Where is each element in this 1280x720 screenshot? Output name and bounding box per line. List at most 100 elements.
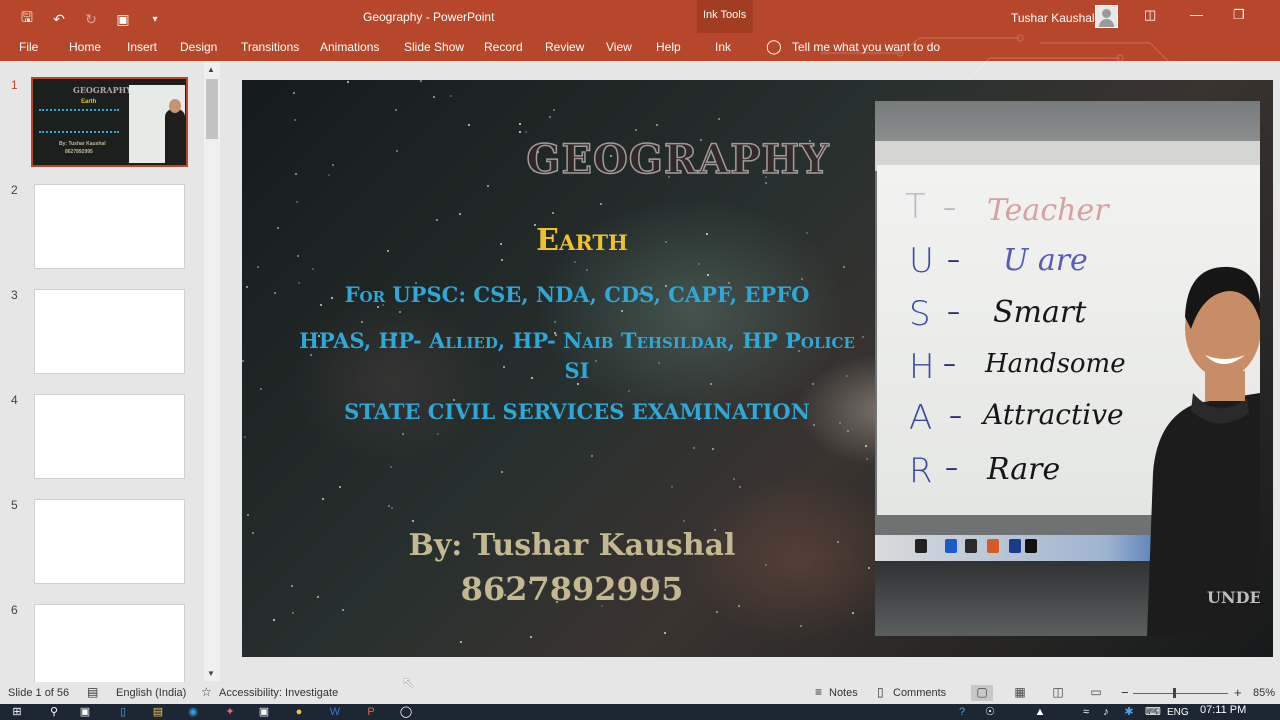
slide-thumbnail-6[interactable]: [34, 604, 185, 689]
zoom-slider-thumb[interactable]: [1173, 688, 1176, 698]
save-icon[interactable]: 🖫: [18, 7, 36, 31]
obs-icon[interactable]: ◯: [399, 706, 413, 718]
tab-help[interactable]: Help: [656, 40, 681, 54]
minimize-icon[interactable]: —: [1190, 7, 1203, 22]
spelling-icon[interactable]: ▤: [87, 685, 98, 699]
tab-slide-show[interactable]: Slide Show: [404, 40, 464, 54]
slide-canvas[interactable]: GEOGRAPHY Earth For UPSC: CSE, NDA, CDS,…: [242, 80, 1273, 657]
file-explorer-icon[interactable]: ▤: [151, 706, 165, 718]
exam-line-2[interactable]: HPAS, HP- Allied, HP- Naib Tehsildar, HP…: [292, 326, 862, 386]
tray-icon[interactable]: ☉: [983, 706, 997, 718]
tab-transitions[interactable]: Transitions: [241, 40, 299, 54]
bluetooth-icon[interactable]: ✱: [1122, 706, 1136, 718]
zoom-in-icon[interactable]: +: [1234, 685, 1242, 700]
exam-line-3[interactable]: STATE CIVIL SERVICES EXAMINATION: [292, 399, 862, 424]
redo-icon[interactable]: ↻: [82, 11, 100, 28]
powerpoint-icon[interactable]: P: [364, 706, 378, 718]
chrome-icon[interactable]: ●: [292, 706, 306, 718]
ribbon-display-options-icon[interactable]: ◫: [1144, 7, 1156, 23]
slide-thumbnail-3[interactable]: [34, 289, 185, 374]
tab-ink[interactable]: Ink: [715, 40, 731, 54]
windows-start-icon[interactable]: ⊞: [10, 706, 24, 718]
tab-record[interactable]: Record: [484, 40, 523, 54]
star-dot: [296, 201, 298, 203]
accessibility-icon[interactable]: ☆: [201, 685, 212, 699]
tell-me-search[interactable]: Tell me what you want to do: [792, 40, 940, 54]
shirt-text: UNDEFEATED: [1207, 588, 1260, 607]
star-dot: [246, 286, 248, 288]
input-language[interactable]: ENG: [1167, 707, 1189, 718]
zoom-slider-track[interactable]: [1133, 693, 1228, 694]
present-icon[interactable]: ▣: [114, 11, 132, 28]
accessibility-status[interactable]: Accessibility: Investigate: [219, 687, 338, 699]
board-word: Teacher: [987, 193, 1109, 228]
comments-button[interactable]: Comments: [893, 687, 946, 699]
system-clock[interactable]: 07:11 PM: [1200, 704, 1246, 716]
zoom-out-icon[interactable]: −: [1121, 685, 1129, 700]
tab-view[interactable]: View: [606, 40, 632, 54]
star-dot: [671, 486, 673, 488]
tray-icon[interactable]: ▲: [1033, 706, 1047, 718]
star-dot: [706, 233, 708, 235]
notes-icon[interactable]: ≡: [815, 685, 822, 699]
notes-button[interactable]: Notes: [829, 687, 858, 699]
star-dot: [339, 486, 341, 488]
tab-insert[interactable]: Insert: [127, 40, 157, 54]
status-bar: Slide 1 of 56 ▤ English (India) ☆ Access…: [0, 682, 1280, 704]
board-letter: U: [909, 241, 934, 281]
star-dot: [586, 269, 588, 271]
normal-view-icon[interactable]: ▢: [971, 685, 993, 701]
tab-design[interactable]: Design: [180, 40, 217, 54]
star-dot: [852, 612, 854, 614]
comments-icon[interactable]: ▯: [877, 685, 884, 699]
tab-review[interactable]: Review: [545, 40, 584, 54]
wifi-icon[interactable]: ≈: [1079, 706, 1093, 718]
volume-icon[interactable]: ♪: [1099, 706, 1113, 718]
task-view-icon[interactable]: ▣: [78, 706, 92, 718]
language-indicator[interactable]: English (India): [116, 687, 186, 699]
phone-number[interactable]: 8627892995: [342, 570, 802, 608]
star-dot: [554, 321, 556, 323]
store-icon[interactable]: ▣: [257, 706, 271, 718]
scroll-thumb[interactable]: [206, 79, 218, 139]
restore-icon[interactable]: ❐: [1233, 7, 1245, 23]
photo-taskbar-app: [915, 539, 927, 553]
slide-thumbnail-2[interactable]: [34, 184, 185, 269]
scroll-up-icon[interactable]: ▲: [207, 65, 215, 74]
exam-line-1[interactable]: For UPSC: CSE, NDA, CDS, CAPF, EPFO: [292, 282, 862, 307]
star-dot: [399, 311, 401, 313]
slide-thumbnail-1[interactable]: GEOGRAPHY Earth By: Tushar Kaushal 86278…: [31, 77, 188, 167]
star-dot: [433, 96, 435, 98]
tab-home[interactable]: Home: [69, 40, 101, 54]
scroll-down-icon[interactable]: ▼: [207, 669, 215, 678]
reading-view-icon[interactable]: ◫: [1047, 685, 1069, 701]
slide-subtitle[interactable]: Earth: [482, 223, 682, 258]
photo-taskbar-app: [945, 539, 957, 553]
slide-thumbnail-4[interactable]: [34, 394, 185, 479]
help-icon[interactable]: ?: [955, 706, 969, 718]
presenter-photo[interactable]: T – Teacher U – U are S – Smart H – Hand…: [875, 101, 1260, 636]
avatar[interactable]: [1095, 5, 1118, 28]
author-name[interactable]: By: Tushar Kaushal: [342, 528, 802, 563]
phone-link-icon[interactable]: ▯: [116, 706, 130, 718]
keyboard-icon[interactable]: ⌨: [1145, 706, 1161, 718]
star-dot: [656, 124, 658, 126]
edge-icon[interactable]: ◉: [186, 706, 200, 718]
zoom-level[interactable]: 85%: [1253, 687, 1275, 699]
app-icon[interactable]: ✦: [223, 706, 237, 718]
slide-sorter-view-icon[interactable]: ▦: [1009, 685, 1031, 701]
word-icon[interactable]: W: [328, 706, 342, 718]
thumbnail-scrollbar[interactable]: ▲ ▼: [204, 63, 220, 681]
undo-icon[interactable]: ↶: [50, 11, 68, 28]
slide-thumbnail-5[interactable]: [34, 499, 185, 584]
slide-show-view-icon[interactable]: ▭: [1085, 685, 1107, 701]
slide-title[interactable]: GEOGRAPHY: [498, 135, 858, 184]
user-name[interactable]: Tushar Kaushal: [1011, 11, 1095, 25]
tab-animations[interactable]: Animations: [320, 40, 379, 54]
star-dot: [501, 259, 503, 261]
tab-file[interactable]: File: [19, 40, 38, 54]
ribbon-tabs: File Home Insert Design Transitions Anim…: [0, 33, 1280, 84]
board-dash: –: [943, 349, 956, 379]
search-icon[interactable]: ⚲: [47, 706, 61, 718]
customize-qat-icon[interactable]: ▾: [146, 14, 164, 25]
